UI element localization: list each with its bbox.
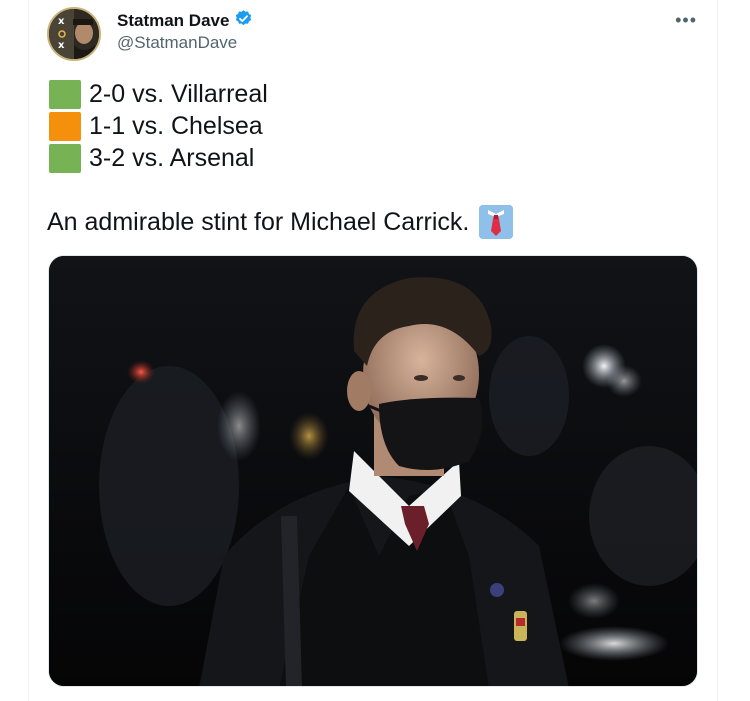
tweet-photo[interactable] bbox=[48, 255, 698, 687]
author-handle[interactable]: @StatmanDave bbox=[117, 33, 237, 53]
svg-text:x: x bbox=[58, 16, 65, 27]
author-name-row: Statman Dave bbox=[117, 9, 253, 33]
result-text: 3-2 vs. Arsenal bbox=[89, 143, 255, 172]
tweet-card: x x Statman Dave @StatmanDave ••• 2-0 vs… bbox=[28, 0, 718, 701]
green-square-emoji-icon bbox=[49, 79, 81, 109]
result-row: 3-2 vs. Arsenal bbox=[49, 142, 268, 174]
more-options-icon[interactable]: ••• bbox=[675, 10, 697, 31]
orange-square-emoji-icon bbox=[49, 111, 81, 141]
results-list: 2-0 vs. Villarreal 1-1 vs. Chelsea 3-2 v… bbox=[49, 78, 268, 174]
result-text: 2-0 vs. Villarreal bbox=[89, 79, 268, 108]
result-row: 2-0 vs. Villarreal bbox=[49, 78, 268, 110]
green-square-emoji-icon bbox=[49, 143, 81, 173]
tweet-text-content: An admirable stint for Michael Carrick. bbox=[47, 207, 470, 236]
result-text: 1-1 vs. Chelsea bbox=[89, 111, 263, 140]
author-display-name[interactable]: Statman Dave bbox=[117, 11, 229, 31]
result-row: 1-1 vs. Chelsea bbox=[49, 110, 268, 142]
avatar[interactable]: x x bbox=[47, 7, 101, 61]
avatar-image: x x bbox=[49, 9, 99, 59]
necktie-emoji-icon bbox=[479, 205, 514, 239]
svg-text:x: x bbox=[58, 40, 65, 51]
tweet-text: An admirable stint for Michael Carrick. bbox=[47, 205, 514, 239]
verified-badge-icon bbox=[234, 9, 253, 33]
